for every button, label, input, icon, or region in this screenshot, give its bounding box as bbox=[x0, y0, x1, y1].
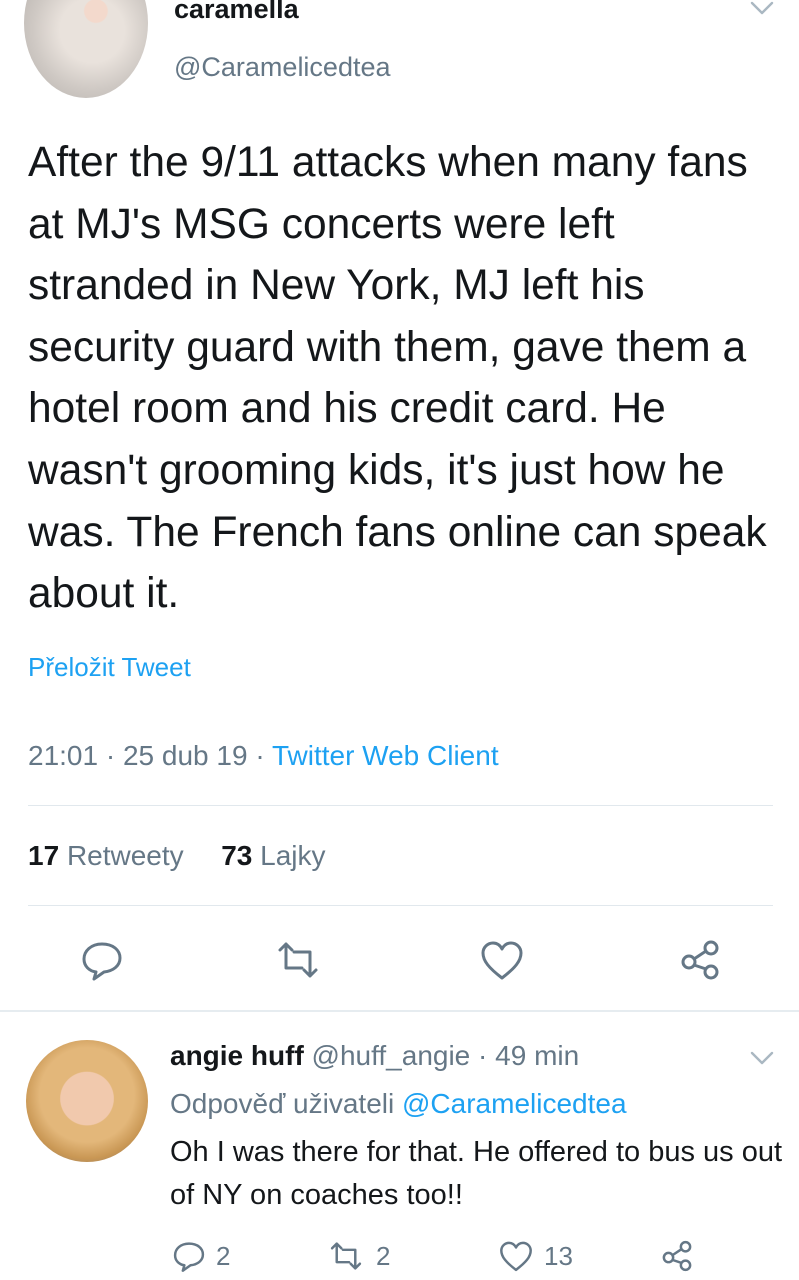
author-display-name[interactable]: caramella bbox=[174, 0, 299, 25]
reply-reply-button[interactable]: 2 bbox=[172, 1236, 230, 1276]
replying-to: Odpověď uživateli @Caramelicedtea bbox=[170, 1088, 627, 1119]
chevron-down-icon[interactable] bbox=[750, 0, 774, 20]
tweet-time: 21:01 bbox=[28, 740, 99, 771]
translate-tweet-link[interactable]: Přeložit Tweet bbox=[28, 652, 191, 683]
retweet-icon bbox=[330, 1242, 362, 1270]
chevron-down-icon[interactable] bbox=[750, 1046, 774, 1070]
reply-reply-count: 2 bbox=[216, 1240, 231, 1271]
tweet-client-link[interactable]: Twitter Web Client bbox=[272, 740, 499, 771]
reply-text: Oh I was there for that. He offered to b… bbox=[170, 1136, 783, 1211]
retweets-stat[interactable]: 17 Retweety bbox=[28, 840, 184, 871]
reply-retweet-button[interactable]: 2 bbox=[326, 1236, 390, 1276]
tweet-date: 25 dub 19 bbox=[122, 740, 248, 771]
reply-time: 49 min bbox=[495, 1040, 580, 1071]
divider bbox=[28, 805, 773, 806]
share-icon bbox=[662, 1240, 692, 1272]
divider bbox=[28, 905, 773, 906]
reply-to-mention[interactable]: @Caramelicedtea bbox=[402, 1088, 627, 1119]
reply-author-handle[interactable]: @huff_angie bbox=[312, 1040, 471, 1071]
reply-share-button[interactable] bbox=[660, 1236, 694, 1276]
author-handle[interactable]: @Caramelicedtea bbox=[174, 52, 391, 83]
share-icon[interactable] bbox=[676, 936, 724, 984]
tweet-meta: 21:01 · 25 dub 19 · Twitter Web Client bbox=[28, 740, 499, 771]
section-separator bbox=[0, 1010, 799, 1012]
likes-stat[interactable]: 73 Lajky bbox=[221, 840, 325, 871]
reply-like-button[interactable]: 13 bbox=[498, 1236, 573, 1276]
reply-author-avatar[interactable] bbox=[26, 1040, 148, 1162]
like-icon bbox=[500, 1241, 532, 1272]
reply-retweet-count: 2 bbox=[376, 1240, 391, 1271]
reply-like-count: 13 bbox=[544, 1240, 573, 1271]
tweet-text: After the 9/11 attacks when many fans at… bbox=[28, 139, 767, 618]
reply-icon[interactable] bbox=[78, 936, 126, 984]
retweet-icon[interactable] bbox=[274, 936, 322, 984]
reply-author-name[interactable]: angie huff bbox=[170, 1040, 304, 1071]
reply-header: angie huff @huff_angie · 49 min bbox=[170, 1040, 580, 1071]
like-icon[interactable] bbox=[478, 936, 526, 984]
tweet-stats: 17 Retweety 73 Lajky bbox=[28, 840, 326, 872]
author-avatar[interactable] bbox=[24, 0, 148, 98]
reply-icon bbox=[173, 1242, 205, 1272]
